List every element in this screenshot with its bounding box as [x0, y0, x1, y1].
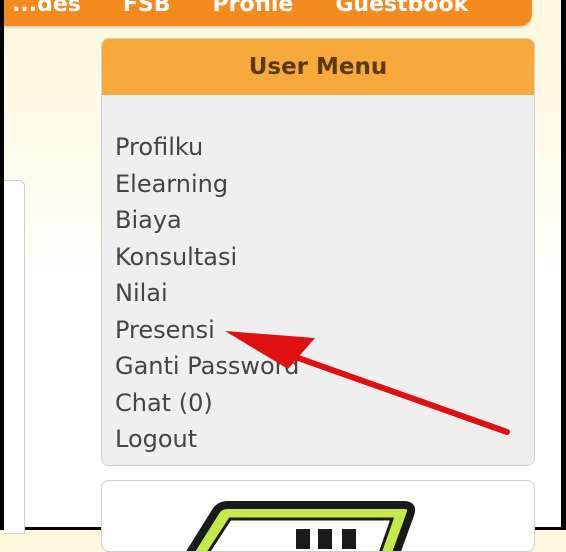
menu-item-biaya[interactable]: Biaya: [115, 202, 299, 239]
menu-item-elearning[interactable]: Elearning: [115, 166, 299, 203]
user-menu-panel: User Menu Profilku Elearning Biaya Konsu…: [101, 38, 535, 466]
banner-logo-image: [186, 501, 416, 551]
menu-item-presensi[interactable]: Presensi: [115, 312, 299, 349]
user-menu-list: Profilku Elearning Biaya Konsultasi Nila…: [115, 129, 299, 458]
menu-item-profilku[interactable]: Profilku: [115, 129, 299, 166]
user-menu-title: User Menu: [248, 54, 388, 80]
nav-item-1[interactable]: ...des: [12, 0, 81, 17]
nav-item-profile[interactable]: Profile: [213, 0, 294, 17]
nav-item-guestbook[interactable]: Guestbook: [335, 0, 468, 17]
menu-item-ganti-password[interactable]: Ganti Password: [115, 348, 299, 385]
menu-item-chat[interactable]: Chat (0): [115, 385, 299, 422]
user-menu-header: User Menu: [102, 39, 534, 95]
top-nav-items: ...des FSB Profile Guestbook: [12, 0, 468, 17]
left-content-panel: [4, 180, 25, 534]
menu-item-konsultasi[interactable]: Konsultasi: [115, 239, 299, 276]
bottom-banner-panel: [101, 480, 535, 552]
menu-item-logout[interactable]: Logout: [115, 421, 299, 458]
top-navigation-bar: ...des FSB Profile Guestbook: [4, 0, 532, 26]
nav-item-fsb[interactable]: FSB: [123, 0, 171, 17]
menu-item-nilai[interactable]: Nilai: [115, 275, 299, 312]
window-frame-right: [561, 0, 566, 530]
